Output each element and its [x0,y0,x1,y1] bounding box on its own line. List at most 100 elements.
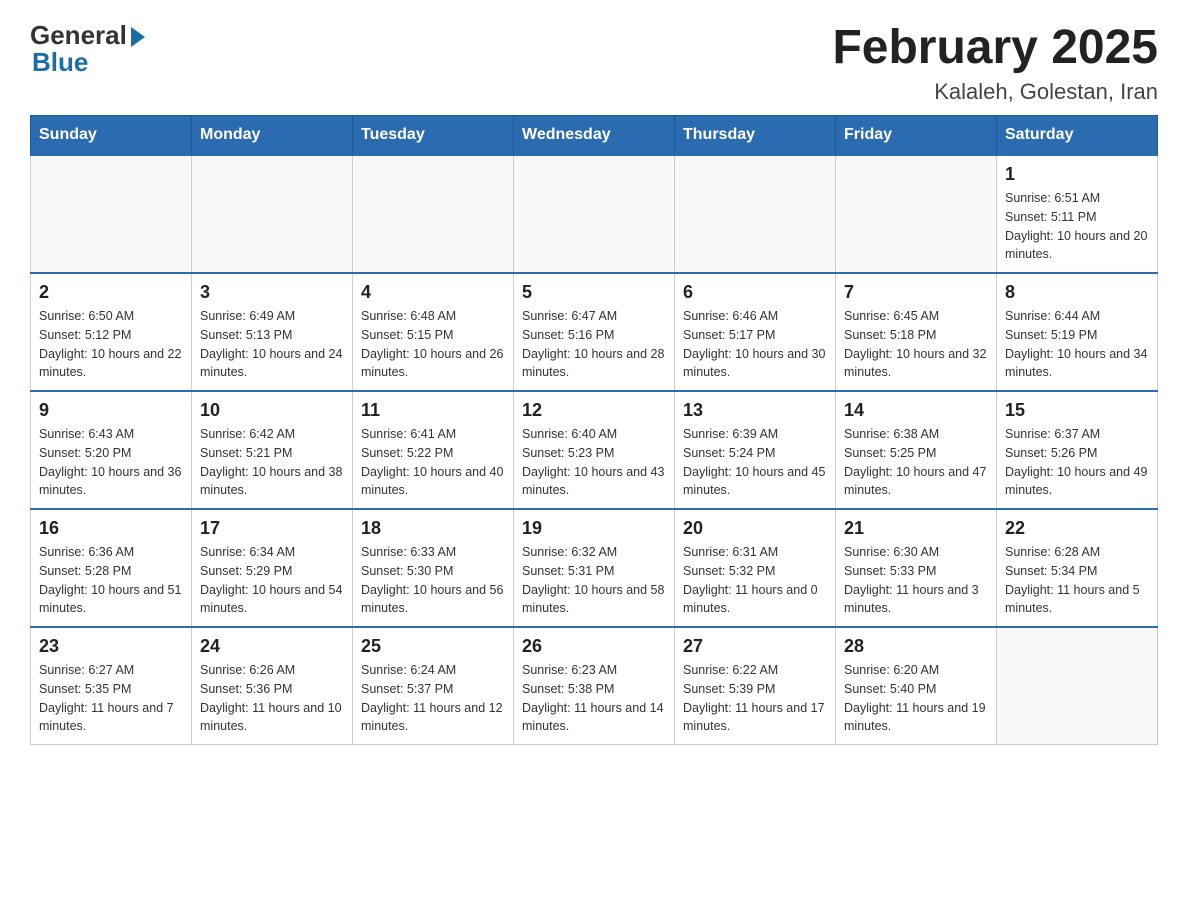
calendar-header: SundayMondayTuesdayWednesdayThursdayFrid… [31,116,1158,156]
day-sun-info: Sunrise: 6:44 AMSunset: 5:19 PMDaylight:… [1005,307,1149,382]
calendar-day-cell: 7 Sunrise: 6:45 AMSunset: 5:18 PMDaylight… [836,273,997,391]
day-sun-info: Sunrise: 6:22 AMSunset: 5:39 PMDaylight:… [683,661,827,736]
day-number: 21 [844,518,988,539]
day-sun-info: Sunrise: 6:42 AMSunset: 5:21 PMDaylight:… [200,425,344,500]
calendar-day-cell: 24 Sunrise: 6:26 AMSunset: 5:36 PMDayligh… [192,627,353,745]
day-number: 26 [522,636,666,657]
calendar-day-cell: 3 Sunrise: 6:49 AMSunset: 5:13 PMDaylight… [192,273,353,391]
day-number: 11 [361,400,505,421]
calendar-day-cell: 28 Sunrise: 6:20 AMSunset: 5:40 PMDayligh… [836,627,997,745]
day-number: 17 [200,518,344,539]
day-number: 24 [200,636,344,657]
calendar-day-cell: 21 Sunrise: 6:30 AMSunset: 5:33 PMDayligh… [836,509,997,627]
day-sun-info: Sunrise: 6:51 AMSunset: 5:11 PMDaylight:… [1005,189,1149,264]
calendar-day-cell: 19 Sunrise: 6:32 AMSunset: 5:31 PMDayligh… [514,509,675,627]
day-sun-info: Sunrise: 6:47 AMSunset: 5:16 PMDaylight:… [522,307,666,382]
logo: General Blue [30,20,145,78]
calendar-table: SundayMondayTuesdayWednesdayThursdayFrid… [30,115,1158,745]
day-sun-info: Sunrise: 6:40 AMSunset: 5:23 PMDaylight:… [522,425,666,500]
calendar-day-cell: 25Sunrise: 6:24 AMSunset: 5:37 PMDayligh… [353,627,514,745]
calendar-day-cell: 2Sunrise: 6:50 AMSunset: 5:12 PMDaylight… [31,273,192,391]
calendar-day-cell: 12 Sunrise: 6:40 AMSunset: 5:23 PMDayligh… [514,391,675,509]
day-sun-info: Sunrise: 6:45 AMSunset: 5:18 PMDaylight:… [844,307,988,382]
day-number: 9 [39,400,183,421]
day-number: 10 [200,400,344,421]
day-number: 18 [361,518,505,539]
calendar-day-cell [31,155,192,273]
calendar-day-cell [997,627,1158,745]
logo-arrow-icon [131,27,145,47]
day-sun-info: Sunrise: 6:49 AMSunset: 5:13 PMDaylight:… [200,307,344,382]
day-number: 22 [1005,518,1149,539]
title-block: February 2025 Kalaleh, Golestan, Iran [832,20,1158,105]
calendar-day-cell: 17 Sunrise: 6:34 AMSunset: 5:29 PMDayligh… [192,509,353,627]
day-of-week-header: Tuesday [353,116,514,156]
calendar-day-cell: 22Sunrise: 6:28 AMSunset: 5:34 PMDayligh… [997,509,1158,627]
day-of-week-header: Monday [192,116,353,156]
day-of-week-header: Friday [836,116,997,156]
day-number: 3 [200,282,344,303]
day-sun-info: Sunrise: 6:37 AMSunset: 5:26 PMDaylight:… [1005,425,1149,500]
day-sun-info: Sunrise: 6:38 AMSunset: 5:25 PMDaylight:… [844,425,988,500]
day-number: 4 [361,282,505,303]
day-of-week-header: Sunday [31,116,192,156]
day-sun-info: Sunrise: 6:34 AMSunset: 5:29 PMDaylight:… [200,543,344,618]
calendar-day-cell [675,155,836,273]
calendar-subtitle: Kalaleh, Golestan, Iran [832,79,1158,105]
calendar-day-cell: 11 Sunrise: 6:41 AMSunset: 5:22 PMDayligh… [353,391,514,509]
day-sun-info: Sunrise: 6:30 AMSunset: 5:33 PMDaylight:… [844,543,988,618]
day-number: 20 [683,518,827,539]
calendar-day-cell: 27 Sunrise: 6:22 AMSunset: 5:39 PMDayligh… [675,627,836,745]
day-sun-info: Sunrise: 6:26 AMSunset: 5:36 PMDaylight:… [200,661,344,736]
day-of-week-header: Thursday [675,116,836,156]
day-sun-info: Sunrise: 6:43 AMSunset: 5:20 PMDaylight:… [39,425,183,500]
calendar-day-cell: 4 Sunrise: 6:48 AMSunset: 5:15 PMDaylight… [353,273,514,391]
day-of-week-header: Saturday [997,116,1158,156]
day-sun-info: Sunrise: 6:41 AMSunset: 5:22 PMDaylight:… [361,425,505,500]
calendar-day-cell [514,155,675,273]
calendar-day-cell: 16 Sunrise: 6:36 AMSunset: 5:28 PMDayligh… [31,509,192,627]
day-number: 23 [39,636,183,657]
calendar-day-cell: 6Sunrise: 6:46 AMSunset: 5:17 PMDaylight… [675,273,836,391]
day-number: 19 [522,518,666,539]
week-row: 23 Sunrise: 6:27 AMSunset: 5:35 PMDayligh… [31,627,1158,745]
logo-blue-text: Blue [32,47,88,78]
day-sun-info: Sunrise: 6:36 AMSunset: 5:28 PMDaylight:… [39,543,183,618]
day-number: 2 [39,282,183,303]
week-row: 2Sunrise: 6:50 AMSunset: 5:12 PMDaylight… [31,273,1158,391]
day-sun-info: Sunrise: 6:33 AMSunset: 5:30 PMDaylight:… [361,543,505,618]
day-number: 14 [844,400,988,421]
calendar-day-cell: 8 Sunrise: 6:44 AMSunset: 5:19 PMDaylight… [997,273,1158,391]
calendar-day-cell: 13 Sunrise: 6:39 AMSunset: 5:24 PMDayligh… [675,391,836,509]
day-sun-info: Sunrise: 6:31 AMSunset: 5:32 PMDaylight:… [683,543,827,618]
calendar-day-cell [836,155,997,273]
day-sun-info: Sunrise: 6:48 AMSunset: 5:15 PMDaylight:… [361,307,505,382]
calendar-day-cell: 1Sunrise: 6:51 AMSunset: 5:11 PMDaylight… [997,155,1158,273]
day-number: 12 [522,400,666,421]
day-sun-info: Sunrise: 6:24 AMSunset: 5:37 PMDaylight:… [361,661,505,736]
calendar-day-cell: 26Sunrise: 6:23 AMSunset: 5:38 PMDayligh… [514,627,675,745]
day-number: 8 [1005,282,1149,303]
week-row: 9 Sunrise: 6:43 AMSunset: 5:20 PMDaylight… [31,391,1158,509]
calendar-day-cell: 14 Sunrise: 6:38 AMSunset: 5:25 PMDayligh… [836,391,997,509]
week-row: 1Sunrise: 6:51 AMSunset: 5:11 PMDaylight… [31,155,1158,273]
calendar-day-cell [192,155,353,273]
day-number: 28 [844,636,988,657]
calendar-day-cell: 20 Sunrise: 6:31 AMSunset: 5:32 PMDayligh… [675,509,836,627]
week-row: 16 Sunrise: 6:36 AMSunset: 5:28 PMDayligh… [31,509,1158,627]
day-sun-info: Sunrise: 6:39 AMSunset: 5:24 PMDaylight:… [683,425,827,500]
day-number: 27 [683,636,827,657]
day-sun-info: Sunrise: 6:20 AMSunset: 5:40 PMDaylight:… [844,661,988,736]
page-header: General Blue February 2025 Kalaleh, Gole… [30,20,1158,105]
day-sun-info: Sunrise: 6:32 AMSunset: 5:31 PMDaylight:… [522,543,666,618]
day-sun-info: Sunrise: 6:27 AMSunset: 5:35 PMDaylight:… [39,661,183,736]
calendar-day-cell: 23 Sunrise: 6:27 AMSunset: 5:35 PMDayligh… [31,627,192,745]
day-number: 13 [683,400,827,421]
calendar-day-cell [353,155,514,273]
calendar-day-cell: 18 Sunrise: 6:33 AMSunset: 5:30 PMDayligh… [353,509,514,627]
day-sun-info: Sunrise: 6:46 AMSunset: 5:17 PMDaylight:… [683,307,827,382]
calendar-day-cell: 9 Sunrise: 6:43 AMSunset: 5:20 PMDaylight… [31,391,192,509]
day-number: 16 [39,518,183,539]
calendar-body: 1Sunrise: 6:51 AMSunset: 5:11 PMDaylight… [31,155,1158,745]
day-number: 7 [844,282,988,303]
